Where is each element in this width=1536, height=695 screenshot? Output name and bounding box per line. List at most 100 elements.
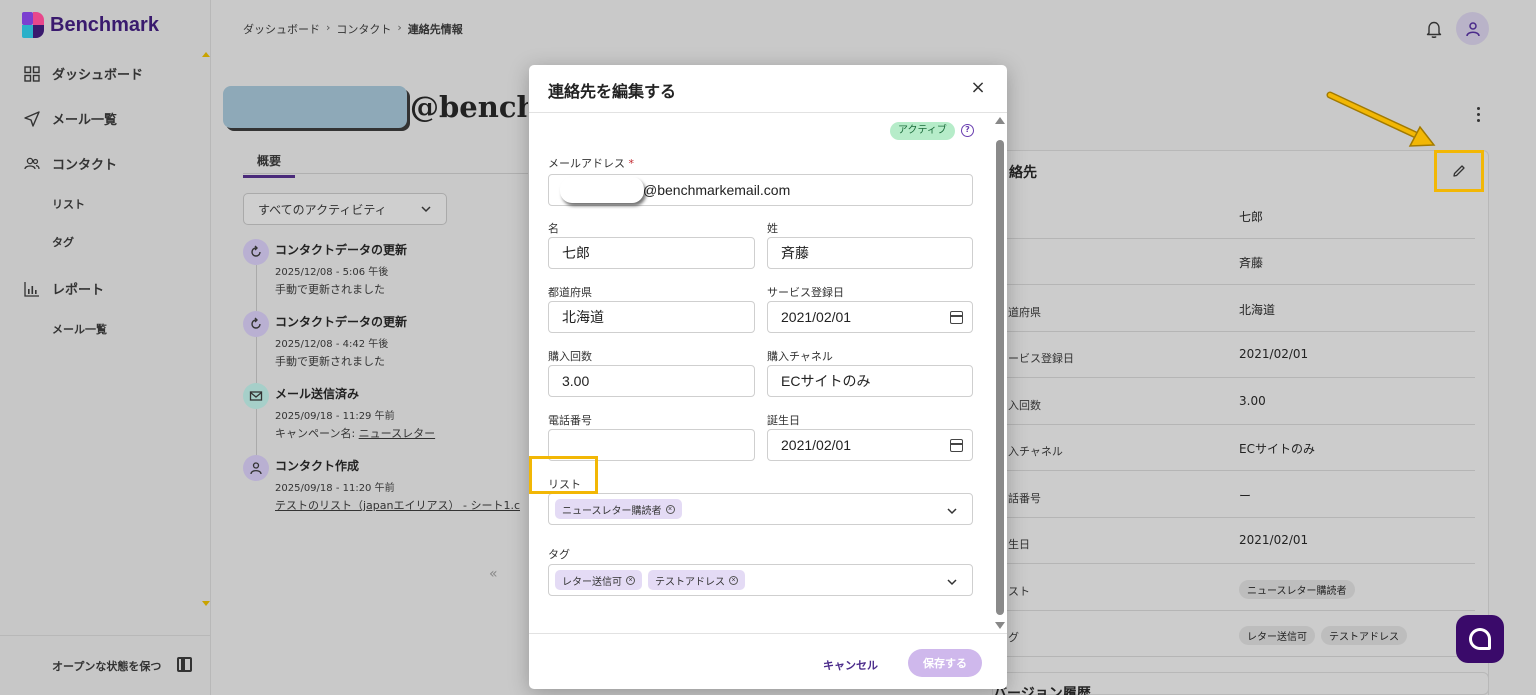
detail-label: 生日 [1008,538,1030,551]
sidebar-item-emails[interactable]: メール一覧 [24,109,117,128]
remove-chip-icon[interactable]: × [665,504,675,514]
purchase-count-value: 3.00 [562,373,590,389]
timeline-desc: キャンペーン名: ニュースレター [275,425,435,441]
pencil-icon [1453,165,1465,177]
avatar[interactable] [1456,12,1489,45]
chevron-down-icon[interactable] [946,576,958,588]
sidebar-item-dashboard[interactable]: ダッシュボード [24,64,143,83]
tag-chip[interactable]: レター送信可 × [555,570,642,590]
signup-date-field[interactable]: 2021/02/01 [767,301,973,333]
save-button[interactable]: 保存する [908,649,982,677]
timeline-date: 2025/12/08 - 5:06 午後 [275,267,389,278]
detail-label: 話番号 [1008,492,1041,505]
users-icon [24,157,40,169]
sidebar-item-tags[interactable]: タグ [52,234,74,250]
modal-header: 連絡先を編集する × [529,65,1007,113]
chip-label: ニュースレター購読者 [562,505,662,517]
import-file-link[interactable]: テストのリスト（japanエイリアス） - シート1.c [275,499,520,512]
breadcrumb-current: 連絡先情報 [407,23,463,36]
brand-logo[interactable]: Benchmark [22,12,159,38]
phone-label: 電話番号 [548,414,592,427]
modal-scrollbar[interactable] [996,140,1004,615]
list-select[interactable]: ニュースレター購読者 × [548,493,973,525]
purchase-count-label: 購入回数 [548,350,592,363]
timeline-title: コンタクトデータの更新 [275,243,408,257]
help-chat-button[interactable] [1456,615,1504,663]
version-history-section: バージョン履歴 [992,672,1489,695]
close-icon[interactable]: × [969,79,987,97]
detail-value: レター送信可 テストアドレス [1239,626,1413,645]
tag-chip[interactable]: テストアドレス × [648,570,745,590]
status-badge: アクティブ [890,122,955,140]
scroll-up-icon[interactable] [995,117,1005,124]
timeline-title: コンタクトデータの更新 [275,315,408,329]
sidebar-scroll-up-icon[interactable] [202,52,210,57]
detail-value: ー [1239,489,1252,503]
list-chip[interactable]: ニュースレター購読者 × [555,499,682,519]
purchase-channel-field[interactable]: ECサイトのみ [767,365,973,397]
breadcrumb: ダッシュボード › コンタクト › 連絡先情報 [243,21,463,37]
modal-title: 連絡先を編集する [548,82,677,101]
bar-chart-icon [24,281,39,297]
first-name-value: 七郎 [562,245,590,261]
more-options-icon[interactable] [1477,107,1481,123]
brand-name: Benchmark [50,13,159,36]
remove-chip-icon[interactable]: × [729,575,738,585]
list-label-highlight [529,456,598,494]
prefecture-value: 北海道 [562,309,604,325]
activity-filter-select[interactable]: すべてのアクティビティ [243,193,447,225]
sidebar-scroll-down-icon[interactable] [202,601,210,606]
first-name-field[interactable]: 七郎 [548,237,755,269]
remove-chip-icon[interactable]: × [626,575,635,585]
cancel-button[interactable]: キャンセル [823,657,878,673]
chat-bubble-icon [1469,628,1491,650]
campaign-link[interactable]: ニュースレター [359,427,435,440]
last-name-field[interactable]: 斉藤 [767,237,973,269]
help-icon[interactable]: ? [961,124,974,137]
detail-row: スト ニュースレター購読者 [1000,565,1475,611]
detail-row: 道府県 北海道 [1000,286,1475,332]
last-name-value: 斉藤 [781,245,809,261]
sidebar-item-reports[interactable]: レポート [24,279,104,298]
detail-row: 生日 2021/02/01 [1000,518,1475,564]
refresh-icon [243,239,269,265]
calendar-icon[interactable] [950,439,963,452]
sidebar-item-email-reports[interactable]: メール一覧 [52,321,107,337]
purchase-channel-value: ECサイトのみ [781,373,871,389]
sidebar-item-lists[interactable]: リスト [52,196,85,212]
purchase-count-field[interactable]: 3.00 [548,365,755,397]
arrow-to-edit-icon [1326,91,1436,147]
sidebar-toggle-icon[interactable] [177,657,192,672]
sidebar-item-contacts[interactable]: コンタクト [24,154,117,173]
detail-value: 3.00 [1239,394,1266,408]
purchase-channel-label: 購入チャネル [767,350,833,363]
refresh-icon [243,311,269,337]
sidebar: Benchmark ダッシュボード メール一覧 コンタクト リスト タグ レポー… [0,0,211,695]
contact-email-heading: @bench [410,90,528,124]
breadcrumb-dashboard[interactable]: ダッシュボード [243,21,320,37]
signup-date-label: サービス登録日 [767,286,844,299]
chevron-down-icon[interactable] [946,505,958,517]
tag-select[interactable]: レター送信可 × テストアドレス × [548,564,973,596]
tab-divider [243,173,528,174]
prefecture-field[interactable]: 北海道 [548,301,755,333]
list-chip: ニュースレター購読者 [1239,580,1355,599]
breadcrumb-contacts[interactable]: コンタクト [336,21,391,37]
birthday-field[interactable]: 2021/02/01 [767,429,973,461]
first-name-label: 名 [548,222,559,235]
bell-icon[interactable] [1424,19,1444,39]
tag-chip: テストアドレス [1321,626,1407,645]
sidebar-item-label: レポート [52,283,105,298]
tab-overview[interactable]: 概要 [243,152,295,178]
calendar-icon[interactable] [950,311,963,324]
timeline-date: 2025/12/08 - 4:42 午後 [275,339,389,350]
timeline-desc: 手動で更新されました [275,355,385,368]
sidebar-item-label: メール一覧 [52,113,118,128]
edit-contact-button[interactable] [1434,150,1484,192]
version-history-title: バージョン履歴 [993,686,1091,695]
scroll-down-icon[interactable] [995,622,1005,629]
timeline-title: メール送信済み [275,387,360,401]
timeline-desc: テストのリスト（japanエイリアス） - シート1.c [275,497,528,513]
detail-value: ECサイトのみ [1239,442,1315,456]
collapse-panel-icon[interactable]: « [489,566,498,582]
